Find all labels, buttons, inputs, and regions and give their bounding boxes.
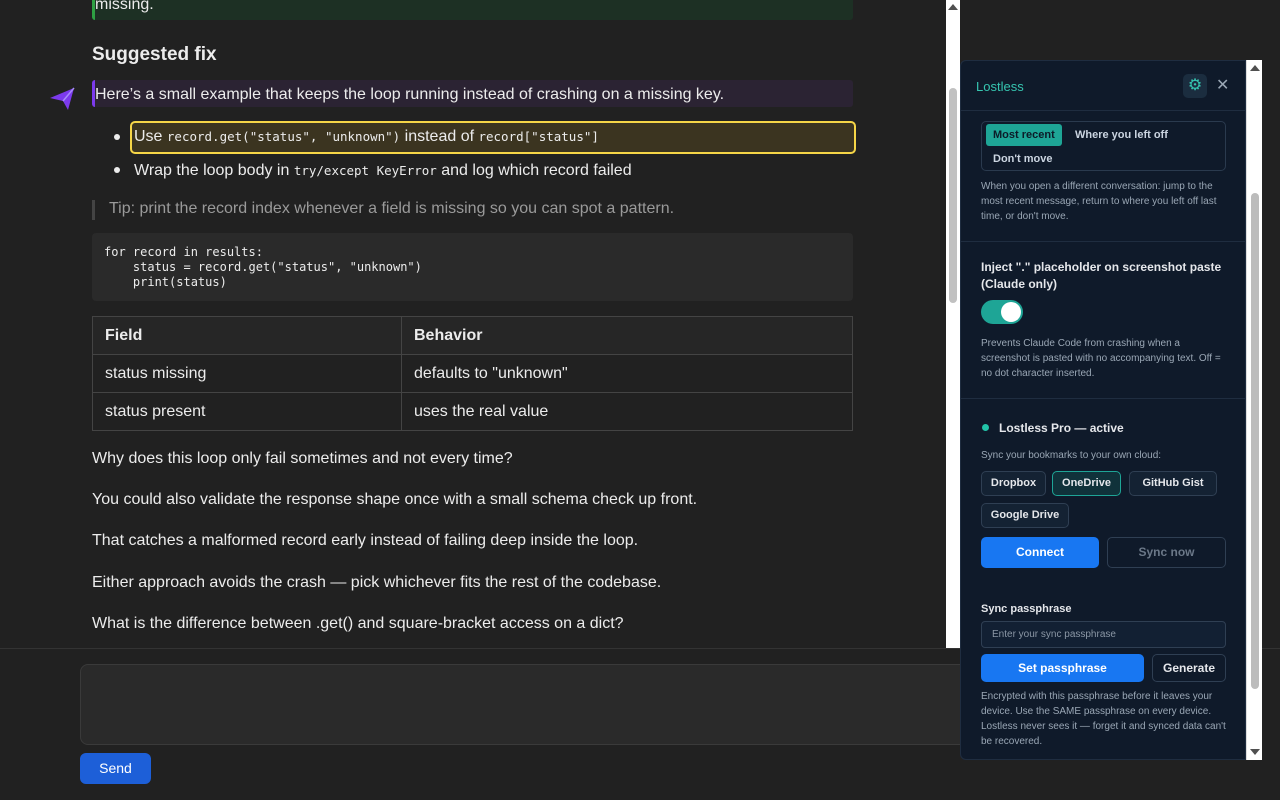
table-cell: status missing xyxy=(92,354,402,393)
jump-help-text: When you open a different conversation: … xyxy=(981,181,1217,222)
list-item-text: and log which record failed xyxy=(436,162,632,179)
connect-button[interactable]: Connect xyxy=(981,537,1099,568)
passphrase-title: Sync passphrase xyxy=(981,603,1072,615)
code-block: for record in results: status = record.g… xyxy=(92,233,853,301)
inline-code: record.get("status", "unknown") xyxy=(166,129,401,144)
message-input[interactable] xyxy=(80,664,980,745)
provider-google-drive[interactable]: Google Drive xyxy=(981,503,1069,528)
inline-code: record["status"] xyxy=(478,129,599,144)
list-item-text: instead of xyxy=(400,128,479,145)
intro-text: Here’s a small example that keeps the lo… xyxy=(95,86,725,103)
sync-label: Sync your bookmarks to your own cloud: xyxy=(981,450,1162,461)
jump-mode-selector: Most recent Where you left off Don't mov… xyxy=(981,121,1226,171)
table-cell: status present xyxy=(92,392,402,431)
table-cell: uses the real value xyxy=(401,392,853,431)
divider xyxy=(961,241,1245,242)
data-table: Field Behavior status missing defaults t… xyxy=(92,316,853,431)
bullet-dot xyxy=(114,134,120,140)
passphrase-input[interactable]: Enter your sync passphrase xyxy=(981,621,1226,648)
top-fragment-text: missing. xyxy=(95,0,154,13)
section-heading: Suggested fix xyxy=(92,44,217,65)
option-where-you-left-off[interactable]: Where you left off xyxy=(1068,124,1175,146)
gear-icon[interactable]: ⚙ xyxy=(1183,74,1207,98)
scroll-down-icon[interactable] xyxy=(1250,749,1260,755)
paragraph: Either approach avoids the crash — pick … xyxy=(92,574,662,591)
panel-scrollbar[interactable] xyxy=(1246,60,1262,760)
scroll-thumb[interactable] xyxy=(1251,193,1259,689)
sync-now-button[interactable]: Sync now xyxy=(1107,537,1226,568)
paragraph: That catches a malformed record early in… xyxy=(92,532,639,549)
panel-header: Lostless ⚙ ✕ xyxy=(961,61,1245,111)
paragraph: Why does this loop only fail sometimes a… xyxy=(92,450,513,467)
list-item-text: Wrap the loop body in xyxy=(134,162,294,179)
list-item: Use record.get("status", "unknown") inst… xyxy=(134,128,599,146)
inline-code: try/except KeyError xyxy=(293,163,437,178)
status-dot xyxy=(982,424,989,431)
inject-help-text: Prevents Claude Code from crashing when … xyxy=(981,338,1221,379)
paragraph: What is the difference between .get() an… xyxy=(92,615,624,632)
table-header: Field xyxy=(92,316,402,355)
table-header: Behavior xyxy=(401,316,853,355)
lostless-panel: Lostless ⚙ ✕ Most recent Where you left … xyxy=(960,60,1246,760)
inject-title: Inject "." placeholder on screenshot pas… xyxy=(981,260,1222,291)
bullet-dot xyxy=(114,167,120,173)
passphrase-help-text: Encrypted with this passphrase before it… xyxy=(981,691,1226,747)
tip-blockquote: Tip: print the record index whenever a f… xyxy=(92,200,674,220)
highlighted-text-block: missing. xyxy=(92,0,853,20)
bookmarked-paragraph: Here’s a small example that keeps the lo… xyxy=(92,80,853,107)
provider-dropbox[interactable]: Dropbox xyxy=(981,471,1046,496)
table-row: status present uses the real value xyxy=(92,392,853,431)
list-item-text: Use xyxy=(134,128,167,145)
option-dont-move[interactable]: Don't move xyxy=(986,148,1059,170)
toggle-knob xyxy=(1001,302,1021,322)
table-cell: defaults to "unknown" xyxy=(401,354,853,393)
scroll-up-icon[interactable] xyxy=(948,4,958,10)
provider-github-gist[interactable]: GitHub Gist xyxy=(1129,471,1217,496)
set-passphrase-button[interactable]: Set passphrase xyxy=(981,654,1144,682)
list-item: Wrap the loop body in try/except KeyErro… xyxy=(134,162,632,180)
pro-status: Lostless Pro — active xyxy=(999,421,1124,435)
scroll-up-icon[interactable] xyxy=(1250,65,1260,71)
inject-toggle[interactable] xyxy=(981,300,1023,324)
divider xyxy=(961,398,1245,399)
table-row: status missing defaults to "unknown" xyxy=(92,354,853,393)
scroll-thumb[interactable] xyxy=(949,88,957,303)
close-icon[interactable]: ✕ xyxy=(1216,75,1229,95)
chat-scrollbar[interactable] xyxy=(946,0,960,648)
option-most-recent[interactable]: Most recent xyxy=(986,124,1062,146)
bookmark-arrow-icon[interactable] xyxy=(48,84,76,112)
paragraph: You could also validate the response sha… xyxy=(92,491,698,508)
chat-area: missing. Suggested fix Here’s a small ex… xyxy=(0,0,946,648)
panel-title: Lostless xyxy=(976,79,1024,94)
provider-onedrive[interactable]: OneDrive xyxy=(1052,471,1121,496)
generate-button[interactable]: Generate xyxy=(1152,654,1226,682)
table-header-row: Field Behavior xyxy=(92,316,853,355)
send-button[interactable]: Send xyxy=(80,753,151,784)
